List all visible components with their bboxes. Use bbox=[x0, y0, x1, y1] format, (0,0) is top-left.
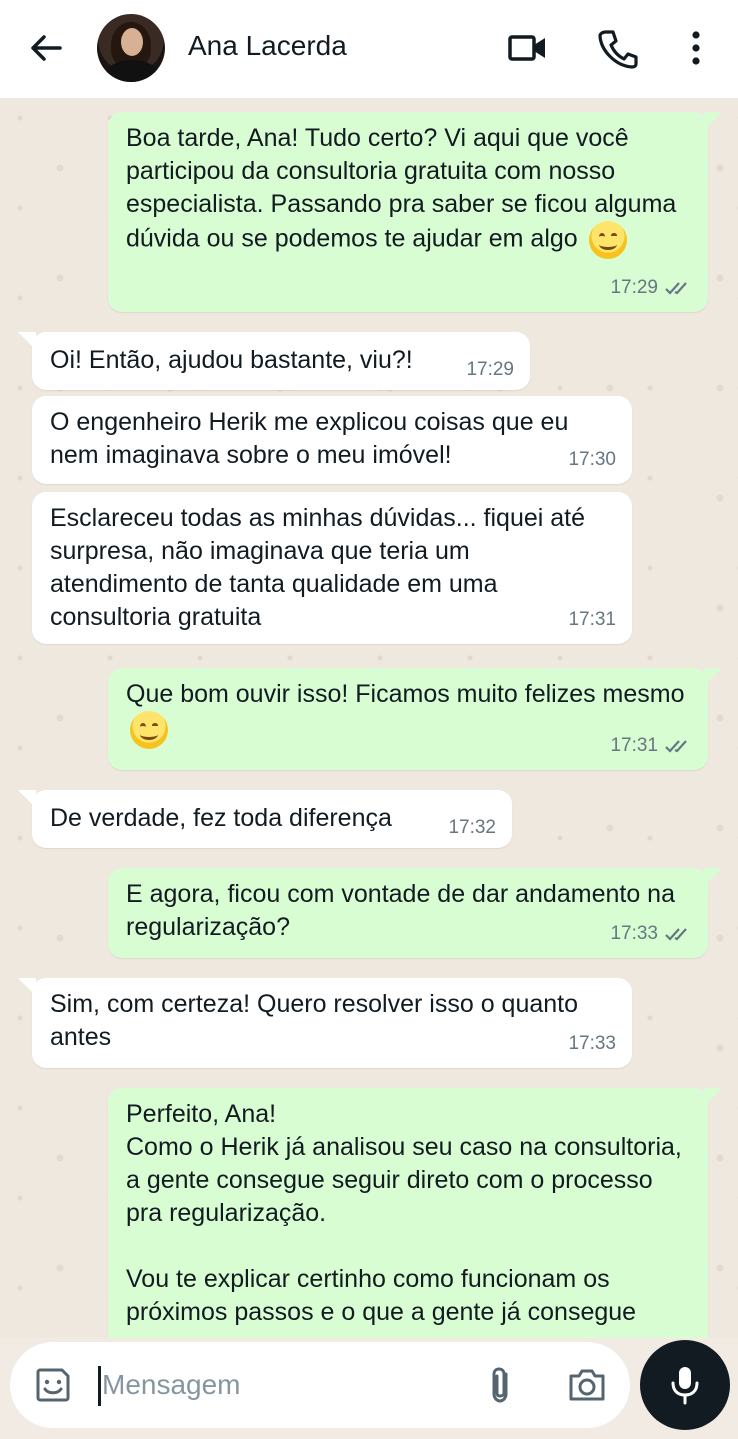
message-meta: 17:32 bbox=[448, 811, 496, 844]
voice-call-icon[interactable] bbox=[596, 26, 640, 70]
camera-icon[interactable] bbox=[565, 1364, 609, 1406]
text-caret bbox=[98, 1366, 101, 1406]
message-time: 17:33 bbox=[610, 923, 658, 944]
outgoing-message[interactable]: E agora, ficou com vontade de dar andame… bbox=[108, 868, 722, 958]
message-text: De verdade, fez toda diferença bbox=[50, 804, 392, 832]
read-ticks-icon bbox=[665, 739, 687, 753]
message-time: 17:32 bbox=[448, 817, 496, 838]
message-text: Oi! Então, ajudou bastante, viu?! bbox=[50, 346, 413, 374]
chat-header: Ana Lacerda bbox=[0, 0, 738, 98]
message-composer bbox=[10, 1342, 630, 1428]
message-text: Sim, com certeza! Quero resolver isso o … bbox=[50, 990, 585, 1051]
incoming-message[interactable]: Esclareceu todas as minhas dúvidas... fi… bbox=[32, 492, 632, 644]
avatar[interactable] bbox=[97, 14, 165, 82]
message-text: Perfeito, Ana! Como o Herik já analisou … bbox=[126, 1100, 682, 1326]
more-options-icon[interactable] bbox=[674, 26, 718, 70]
message-time: 17:29 bbox=[610, 277, 658, 298]
contact-name[interactable]: Ana Lacerda bbox=[188, 30, 347, 62]
attach-icon[interactable] bbox=[480, 1364, 522, 1406]
outgoing-message[interactable]: Que bom ouvir isso! Ficamos muito felize… bbox=[108, 668, 722, 770]
incoming-message[interactable]: Sim, com certeza! Quero resolver isso o … bbox=[18, 978, 632, 1068]
message-time: 17:30 bbox=[568, 449, 616, 470]
message-time: 17:29 bbox=[466, 359, 514, 380]
message-meta: 17:33 bbox=[568, 1027, 616, 1060]
video-call-icon[interactable] bbox=[505, 26, 549, 70]
message-meta: 17:33 bbox=[610, 917, 692, 950]
incoming-message[interactable]: De verdade, fez toda diferença 17:32 bbox=[18, 790, 512, 848]
chat-area[interactable]: Boa tarde, Ana! Tudo certo? Vi aqui que … bbox=[0, 98, 738, 1338]
microphone-icon bbox=[671, 1367, 699, 1405]
read-ticks-icon bbox=[665, 281, 687, 295]
voice-message-button[interactable] bbox=[640, 1340, 730, 1430]
outgoing-message[interactable]: Perfeito, Ana! Como o Herik já analisou … bbox=[108, 1088, 722, 1338]
sticker-icon[interactable] bbox=[32, 1364, 74, 1406]
message-meta: 17:29 bbox=[466, 353, 514, 386]
message-time: 17:31 bbox=[568, 609, 616, 630]
message-meta: 17:30 bbox=[568, 443, 616, 476]
smiling-face-emoji-icon bbox=[130, 711, 168, 749]
message-meta: 17:31 bbox=[610, 729, 692, 762]
outgoing-message[interactable]: Boa tarde, Ana! Tudo certo? Vi aqui que … bbox=[108, 112, 722, 312]
read-ticks-icon bbox=[665, 927, 687, 941]
message-text: Que bom ouvir isso! Ficamos muito felize… bbox=[126, 680, 685, 708]
message-meta: 17:31 bbox=[568, 603, 616, 636]
incoming-message[interactable]: O engenheiro Herik me explicou coisas qu… bbox=[32, 396, 632, 484]
message-text: Esclareceu todas as minhas dúvidas... fi… bbox=[50, 504, 592, 631]
incoming-message[interactable]: Oi! Então, ajudou bastante, viu?! 17:29 bbox=[18, 332, 530, 390]
message-text: O engenheiro Herik me explicou coisas qu… bbox=[50, 408, 576, 469]
message-time: 17:31 bbox=[610, 735, 658, 756]
message-text: E agora, ficou com vontade de dar andame… bbox=[126, 880, 682, 941]
back-arrow-icon[interactable] bbox=[26, 28, 66, 68]
message-meta: 17:29 bbox=[610, 271, 692, 304]
smiling-face-emoji-icon bbox=[588, 221, 627, 259]
message-input[interactable] bbox=[102, 1362, 462, 1408]
message-time: 17:33 bbox=[568, 1033, 616, 1054]
